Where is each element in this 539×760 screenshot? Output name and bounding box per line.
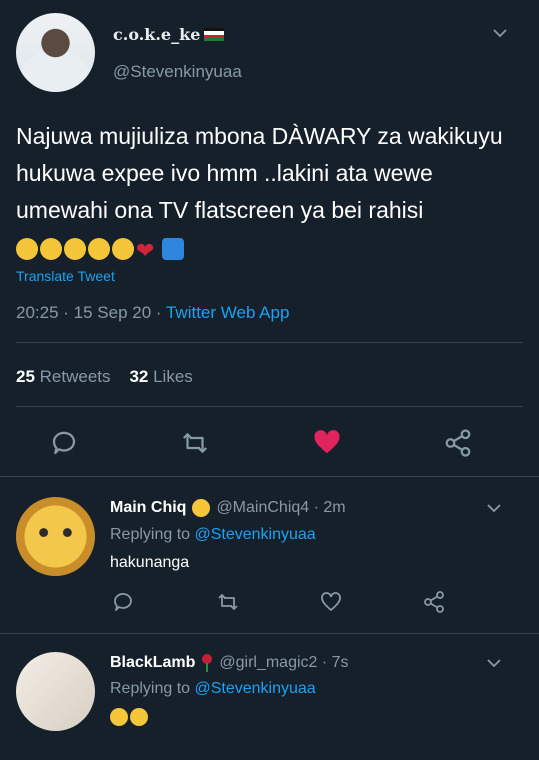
reply-icon[interactable] (111, 590, 135, 614)
divider (0, 476, 539, 477)
divider (16, 342, 523, 343)
retweet-icon[interactable] (180, 428, 210, 458)
rolling-eyes-emoji-icon (16, 237, 38, 260)
translate-tweet-link[interactable]: Translate Tweet (16, 268, 115, 284)
broken-heart-emoji-icon (136, 232, 160, 269)
reply-author[interactable]: Main Chiq @MainChiq4 · 2m (110, 499, 346, 517)
chevron-down-icon[interactable] (486, 655, 502, 671)
kenya-flag-icon (204, 28, 225, 41)
retweets-count[interactable]: 25 (16, 367, 35, 386)
tweet-text: Najuwa mujiuliza mbona DÀWARY za wakikuy… (16, 118, 526, 269)
tweet-timestamp: 20:25 · 15 Sep 20 · Twitter Web App (16, 303, 289, 323)
share-icon[interactable] (422, 590, 446, 614)
retweets-label[interactable]: Retweets (40, 367, 111, 386)
share-icon[interactable] (443, 428, 473, 458)
wheelchair-emoji-icon (162, 237, 184, 260)
divider (16, 406, 523, 407)
heart-icon[interactable] (319, 590, 343, 614)
reply-author-name: Main Chiq (110, 499, 187, 516)
rose-emoji-icon (201, 654, 213, 672)
reply-author-name: BlackLamb (110, 654, 196, 671)
tweet-body: Najuwa mujiuliza mbona DÀWARY za wakikuy… (16, 123, 503, 223)
tears-of-joy-emoji-icon (130, 708, 148, 726)
reply-avatar[interactable] (16, 497, 95, 576)
author-avatar[interactable] (16, 13, 95, 92)
tears-of-joy-emoji-icon (88, 237, 110, 260)
tweet-source-app[interactable]: Twitter Web App (166, 303, 289, 322)
engagement-counts: 25 Retweets 32 Likes (16, 367, 193, 387)
reply-handle-time: @girl_magic2 · 7s (219, 654, 349, 671)
chevron-down-icon[interactable] (486, 500, 502, 516)
reply-author[interactable]: BlackLamb @girl_magic2 · 7s (110, 654, 349, 672)
retweet-icon[interactable] (216, 590, 240, 614)
reply-text: hakunanga (110, 554, 190, 571)
heart-icon[interactable] (312, 427, 342, 457)
tears-of-joy-emoji-icon (64, 237, 86, 260)
replying-to-link[interactable]: @Stevenkinyuaa (195, 680, 316, 697)
display-name-text: c.o.k.e_ke (113, 25, 201, 44)
tears-of-joy-emoji-icon (112, 237, 134, 260)
reply-handle-time: @MainChiq4 · 2m (216, 499, 346, 516)
replying-to: Replying to @Stevenkinyuaa (110, 526, 316, 544)
replying-prefix: Replying to (110, 680, 191, 697)
tears-of-joy-emoji-icon (110, 708, 128, 726)
hushed-face-emoji-icon (40, 237, 62, 260)
replying-to-link[interactable]: @Stevenkinyuaa (195, 526, 316, 543)
replying-prefix: Replying to (110, 526, 191, 543)
tweet-time: 20:25 · 15 Sep 20 · (16, 303, 166, 322)
author-handle[interactable]: @Stevenkinyuaa (113, 62, 242, 82)
author-display-name[interactable]: c.o.k.e_ke (113, 25, 225, 44)
reply-icon[interactable] (49, 428, 79, 458)
likes-count[interactable]: 32 (129, 367, 148, 386)
likes-label[interactable]: Likes (153, 367, 193, 386)
divider (0, 633, 539, 634)
replying-to: Replying to @Stevenkinyuaa (110, 680, 316, 698)
chevron-down-icon[interactable] (492, 25, 508, 41)
reply-avatar[interactable] (16, 652, 95, 731)
emoji-sequence (16, 232, 184, 269)
smiling-hearts-emoji-icon (192, 499, 211, 517)
reply-text (110, 708, 148, 726)
